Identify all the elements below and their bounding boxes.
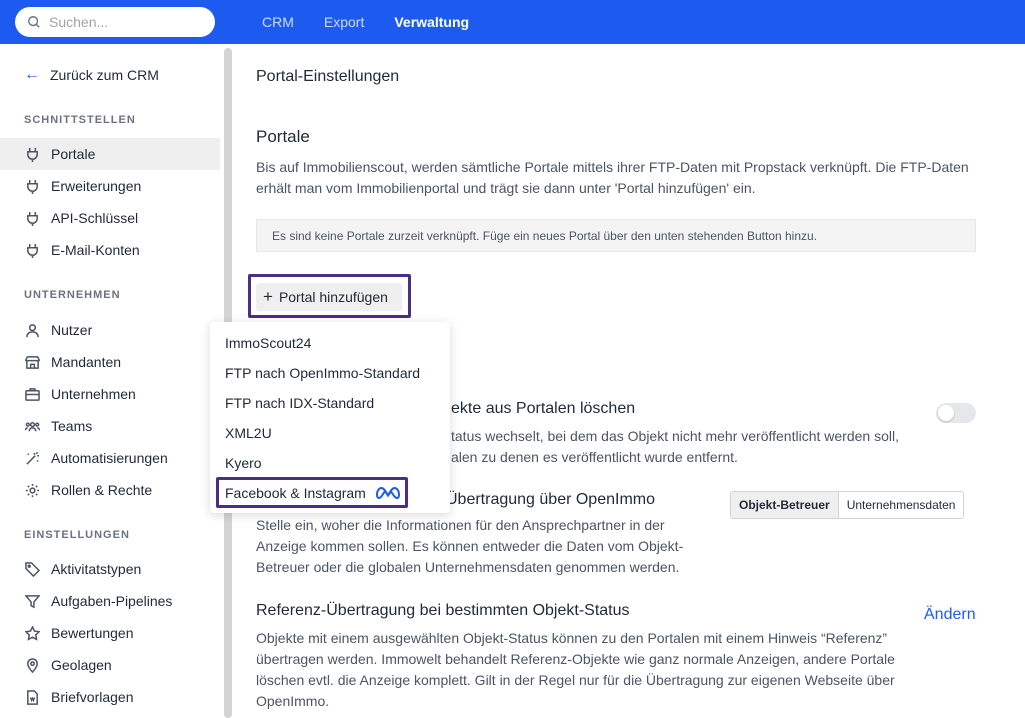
plus-icon: + [263,287,273,306]
dropdown-item-ftp-openimmo[interactable]: FTP nach OpenImmo-Standard [225,365,420,381]
star-icon [24,625,40,641]
sidebar-item-label: API-Schlüssel [51,210,139,226]
tag-icon [24,561,40,577]
sidebar-item-label: Nutzer [51,322,93,338]
sidebar-item-label: Aufgaben-Pipelines [51,593,173,609]
top-nav: CRM Export Verwaltung [262,0,499,44]
top-navigation-bar: CRM Export Verwaltung [0,0,1025,44]
sidebar-item-label: Aktivitatstypen [51,561,142,577]
section-title-einstellungen: EINSTELLUNGEN [24,529,130,541]
team-icon [24,418,40,434]
sidebar-item-label: Briefvorlagen [51,689,134,705]
sidebar-item-label: Automatisierungen [51,450,168,466]
delete-objects-heading-visible: ekte aus Portalen löschen [451,400,636,417]
meta-logo-icon [375,486,400,499]
add-portal-highlight: + Portal hinzufügen [248,274,411,318]
sidebar-item-unternehmen[interactable]: Unternehmen [0,378,220,410]
sidebar-item-bewertungen[interactable]: Bewertungen [0,617,220,649]
back-label: Zurück zum CRM [50,67,159,83]
sidebar-item-label: Rollen & Rechte [51,482,153,498]
sidebar-item-label: E-Mail-Konten [51,242,140,258]
sidebar-item-email-konten[interactable]: E-Mail-Konten [0,234,220,266]
map-pin-icon [24,657,40,673]
add-portal-label: Portal hinzufügen [278,289,388,305]
section-title-schnittstellen: SCHNITTSTELLEN [24,114,136,126]
dropdown-item-label: Facebook & Instagram [225,484,366,501]
plug-icon [24,178,40,194]
search-icon [28,16,40,28]
sidebar-item-mandanten[interactable]: Mandanten [0,346,220,378]
dropdown-item-xml2u[interactable]: XML2U [225,425,272,441]
sidebar-item-portale[interactable]: Portale [0,138,220,170]
contact-transfer-description: Stelle ein, woher die Informationen für … [256,517,684,575]
dropdown-item-immoscout24[interactable]: ImmoScout24 [225,335,311,351]
sidebar-item-label: Mandanten [51,354,122,370]
plug-icon [24,210,40,226]
sidebar-item-automatisierungen[interactable]: Automatisierungen [0,442,220,474]
reference-change-link[interactable]: Ändern [924,606,976,624]
plug-icon [24,146,40,162]
sidebar-item-label: Geolagen [51,657,112,673]
sidebar-item-rollen-rechte[interactable]: Rollen & Rechte [0,474,220,506]
delete-desc-line1: tatus wechselt, bei dem das Objekt nicht… [451,428,899,444]
storefront-icon [24,354,40,370]
dropdown-item-ftp-idx[interactable]: FTP nach IDX-Standard [225,395,374,411]
arrow-left-icon: ← [24,66,40,83]
sidebar-item-erweiterungen[interactable]: Erweiterungen [0,170,220,202]
sidebar-item-label: Erweiterungen [51,178,142,194]
sidebar: ← Zurück zum CRM SCHNITTSTELLEN Portale … [0,44,220,718]
sidebar-item-label: Teams [51,418,93,434]
empty-portals-info: Es sind keine Portale zurzeit verknüpft.… [256,219,976,252]
nav-crm[interactable]: CRM [262,14,294,30]
reference-transfer-heading: Referenz-Übertragung bei bestimmten Obje… [256,602,630,619]
gear-icon [24,482,40,498]
segment-objekt-betreuer[interactable]: Objekt-Betreuer [731,492,839,518]
plug-icon [24,242,40,258]
sidebar-item-briefvorlagen[interactable]: Briefvorlagen [0,681,220,713]
search-input[interactable] [49,14,209,30]
nav-verwaltung[interactable]: Verwaltung [394,14,469,30]
add-portal-button[interactable]: + Portal hinzufügen [256,283,402,311]
portale-description: Bis auf Immobilienscout, werden sämtlich… [256,159,969,196]
delete-desc-line2: alen zu denen es veröffentlicht wurde en… [451,449,738,465]
toggle-knob [938,405,954,421]
contact-transfer-heading: Übertragung über OpenImmo [446,491,655,508]
user-icon [24,322,40,338]
delete-objects-toggle[interactable] [936,403,976,423]
briefcase-icon [24,386,40,402]
contact-source-segmented-control: Objekt-Betreuer Unternehmensdaten [730,491,965,519]
nav-export[interactable]: Export [324,14,364,30]
sidebar-item-aktivitaetstypen[interactable]: Aktivitatstypen [0,553,220,585]
sidebar-item-geolagen[interactable]: Geolagen [0,649,220,681]
document-icon [24,689,40,705]
sidebar-item-aufgaben-pipelines[interactable]: Aufgaben-Pipelines [0,585,220,617]
portale-heading: Portale [256,127,310,146]
sidebar-item-api-schluessel[interactable]: API-Schlüssel [0,202,220,234]
page-title: Portal-Einstellungen [256,68,400,85]
sidebar-item-label: Portale [51,146,96,162]
magic-wand-icon [24,450,40,466]
sidebar-item-teams[interactable]: Teams [0,410,220,442]
segment-unternehmensdaten[interactable]: Unternehmensdaten [839,492,964,518]
back-to-crm-link[interactable]: ← Zurück zum CRM [24,66,159,84]
sidebar-item-label: Bewertungen [51,625,134,641]
reference-transfer-description: Objekte mit einem ausgewählten Objekt-St… [256,630,895,709]
dropdown-item-facebook-instagram[interactable]: Facebook & Instagram [216,477,408,508]
filter-icon [24,593,40,609]
sidebar-item-nutzer[interactable]: Nutzer [0,314,220,346]
dropdown-item-kyero[interactable]: Kyero [225,455,262,471]
section-title-unternehmen: UNTERNEHMEN [24,289,121,301]
sidebar-item-label: Unternehmen [51,386,136,402]
search-box[interactable] [15,7,215,37]
